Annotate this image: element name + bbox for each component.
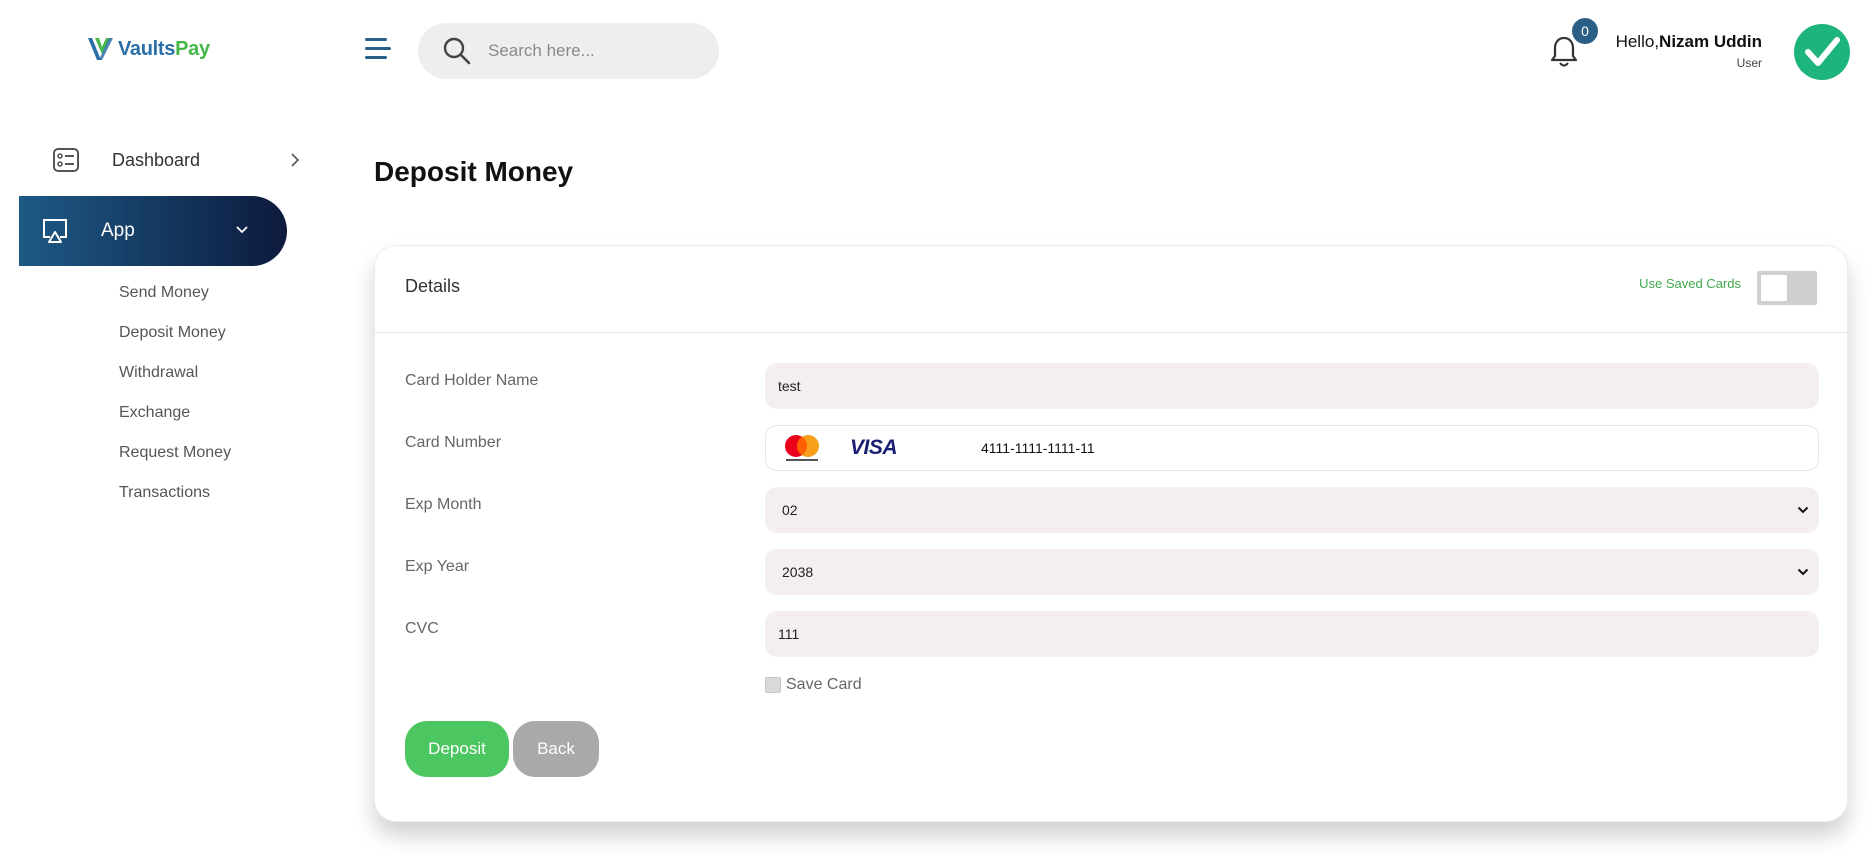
sidebar-item-label: Dashboard — [112, 149, 201, 170]
sidebar-item-transactions[interactable]: Transactions — [119, 482, 231, 522]
search-bar[interactable] — [418, 23, 719, 79]
save-card-checkbox[interactable]: Save Card — [765, 676, 862, 694]
avatar[interactable] — [1794, 24, 1850, 80]
notification-count-badge: 0 — [1572, 18, 1598, 44]
exp-year-value: 2038 — [782, 564, 814, 580]
exp-year-label: Exp Year — [405, 558, 470, 575]
chevron-down-icon — [236, 226, 248, 234]
visa-logo: VISA — [850, 436, 898, 459]
sidebar-item-request-money[interactable]: Request Money — [119, 442, 231, 482]
cvc-input[interactable] — [765, 626, 1819, 642]
back-button[interactable]: Back — [513, 721, 599, 777]
card-holder-input[interactable] — [765, 378, 1819, 394]
card-holder-field[interactable] — [765, 363, 1819, 409]
card-title: Details — [405, 276, 461, 296]
checkmark-icon — [1805, 37, 1840, 66]
chevron-down-icon — [1797, 568, 1809, 576]
exp-year-select[interactable]: 2038 — [765, 549, 1819, 595]
chevron-down-icon — [1797, 506, 1809, 514]
sidebar-item-app[interactable]: App — [19, 196, 287, 266]
sidebar-item-send-money[interactable]: Send Money — [119, 282, 231, 322]
use-saved-cards-label: Use Saved Cards — [1639, 276, 1741, 291]
hamburger-menu-icon[interactable] — [362, 34, 394, 64]
deposit-button[interactable]: Deposit — [405, 721, 509, 777]
search-icon[interactable] — [442, 36, 472, 66]
brand-logo[interactable]: VaultsPay — [86, 34, 210, 64]
card-holder-label: Card Holder Name — [405, 372, 539, 389]
card-number-value[interactable]: 4111-1111-1111-11 — [981, 440, 1095, 456]
use-saved-cards-toggle[interactable] — [1757, 271, 1817, 305]
toggle-knob — [1761, 275, 1787, 301]
brand-name: VaultsPay — [118, 37, 210, 60]
chevron-right-icon — [291, 153, 300, 167]
sidebar-item-exchange[interactable]: Exchange — [119, 402, 231, 442]
page-title: Deposit Money — [374, 156, 574, 187]
card-header: Details Use Saved Cards — [375, 246, 1847, 333]
user-greeting: Hello,Nizam Uddin User — [1616, 32, 1762, 70]
sidebar-item-withdrawal[interactable]: Withdrawal — [119, 362, 231, 402]
mastercard-icon — [785, 435, 819, 461]
user-name: Nizam Uddin — [1659, 32, 1762, 51]
user-role: User — [1736, 56, 1762, 70]
cvc-label: CVC — [405, 620, 439, 637]
exp-month-select[interactable]: 02 — [765, 487, 1819, 533]
exp-month-label: Exp Month — [405, 496, 482, 513]
deposit-details-card: Details Use Saved Cards Card Holder Name… — [374, 245, 1848, 822]
sidebar-item-deposit-money[interactable]: Deposit Money — [119, 322, 231, 362]
card-number-label: Card Number — [405, 434, 502, 451]
sidebar-item-label: App — [101, 220, 135, 241]
vaultspay-logo-icon — [88, 38, 113, 60]
cvc-field[interactable] — [765, 611, 1819, 657]
save-card-label: Save Card — [786, 676, 862, 693]
greeting-prefix: Hello, — [1615, 32, 1660, 51]
dashboard-icon — [53, 148, 79, 172]
sidebar-item-dashboard[interactable]: Dashboard — [52, 140, 302, 180]
card-number-field[interactable]: VISA 4111-1111-1111-11 — [765, 425, 1819, 471]
search-input[interactable] — [488, 41, 688, 61]
checkbox[interactable] — [765, 677, 781, 693]
app-submenu: Send Money Deposit Money Withdrawal Exch… — [119, 282, 231, 522]
exp-month-value: 02 — [782, 502, 798, 518]
monitor-icon — [43, 219, 67, 243]
